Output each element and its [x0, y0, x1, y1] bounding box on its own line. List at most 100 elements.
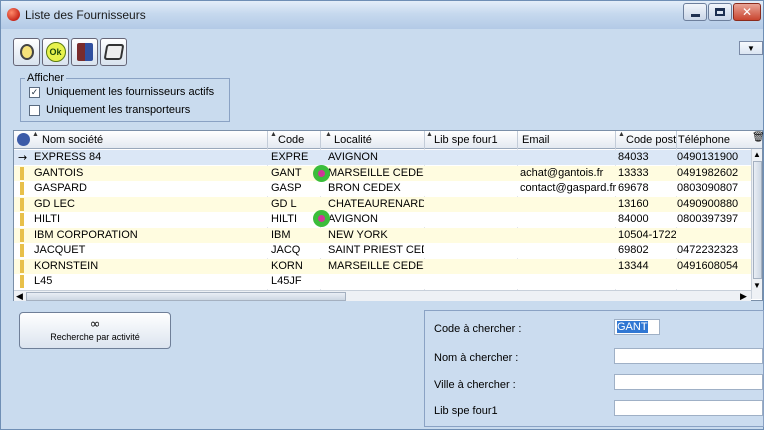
table-row[interactable]: KORNSTEIN KORN MARSEILLE CEDEX 13344 0491608…: [14, 258, 751, 274]
sort-icon: ▲: [618, 131, 625, 138]
row-indicator: [20, 197, 24, 211]
cell-nom: JACQUET: [34, 244, 86, 256]
exit-icon: [76, 43, 93, 61]
cell-code: GANT: [271, 166, 302, 179]
column-separator: [676, 131, 677, 149]
table-row[interactable]: HILTI HILTI AVIGNON 84000 0800397397: [14, 212, 751, 227]
nom-search-input[interactable]: [614, 348, 763, 364]
activity-search-label: Recherche par activité: [50, 332, 140, 342]
cell-localite: AVIGNON: [328, 151, 378, 163]
vertical-scrollbar[interactable]: ▲ ▼: [751, 149, 762, 299]
column-separator: [615, 131, 616, 149]
main-window: Liste des Fournisseurs ✕ Ok ▼ Afficher ✓…: [0, 0, 764, 430]
scroll-down-icon[interactable]: ▼: [753, 281, 761, 291]
cell-localite: AVIGNON: [328, 213, 378, 225]
column-header-localite[interactable]: Localité: [334, 134, 372, 146]
cell-code: L45JF: [271, 275, 302, 287]
title-bar[interactable]: Liste des Fournisseurs ✕: [1, 1, 763, 29]
column-header-tel[interactable]: Téléphone: [678, 134, 730, 146]
cell-localite: CHATEAURENARD: [328, 197, 424, 210]
ok-button[interactable]: Ok: [42, 38, 69, 66]
cell-localite: MARSEILLE CEDEX: [328, 259, 424, 272]
table-row[interactable]: GASPARD GASP BRON CEDEX contact@gaspard.fr 6…: [14, 181, 751, 196]
cell-tel: 0490900880: [677, 197, 739, 210]
cell-localite: MARSEILLE CEDEX: [328, 166, 424, 179]
cell-localite: SAINT PRIEST CEDEX: [328, 244, 424, 256]
row-indicator: [20, 228, 24, 242]
cell-code: JACQ: [271, 244, 301, 256]
close-button[interactable]: ✕: [733, 3, 761, 21]
table-row[interactable]: L45 L45JF: [14, 274, 751, 289]
cell-tel: 0491982602: [677, 166, 739, 179]
toolbar: Ok: [13, 38, 129, 66]
scroll-right-icon[interactable]: ▶: [740, 291, 747, 302]
table-row[interactable]: → EXPRESS 84 EXPRE AVIGNON 84033 0490131900: [14, 150, 751, 165]
cell-nom: GANTOIS: [34, 166, 84, 179]
row-indicator: [20, 166, 24, 180]
column-separator: [267, 131, 268, 149]
lib-search-label: Lib spe four1: [434, 405, 498, 417]
exit-button[interactable]: [71, 38, 98, 66]
transporteurs-checkbox[interactable]: [29, 104, 40, 116]
table-row[interactable]: GD LEC GD L CHATEAURENARD 13160 0490900880: [14, 196, 751, 212]
ville-search-input[interactable]: [614, 374, 763, 390]
cell-tel: 0490131900: [677, 151, 739, 163]
column-header-cp[interactable]: Code post: [626, 134, 678, 146]
sort-icon: ▲: [426, 131, 433, 138]
cursor-marker: [313, 210, 330, 227]
horizontal-scroll-thumb[interactable]: [26, 292, 346, 301]
cell-code: HILTI: [271, 213, 298, 225]
vertical-scroll-thumb[interactable]: [753, 161, 762, 279]
filter-legend: Afficher: [25, 72, 67, 84]
cell-email: achat@gantois.fr: [520, 166, 604, 179]
print-button[interactable]: [100, 38, 127, 66]
ville-search-label: Ville à chercher :: [434, 379, 516, 391]
cell-nom: L45: [34, 275, 53, 287]
minimize-button[interactable]: [683, 3, 707, 21]
cell-email: contact@gaspard.fr: [520, 182, 616, 194]
search-panel: Code à chercher : GANT Nom à chercher : …: [424, 310, 764, 427]
cell-nom: GD LEC: [34, 197, 75, 210]
transporteurs-checkbox-row[interactable]: Uniquement les transporteurs: [29, 104, 190, 116]
cell-cp: 13344: [618, 259, 649, 272]
table-row[interactable]: GANTOIS GANT MARSEILLE CEDEX achat@gantois.…: [14, 165, 751, 181]
cell-code: EXPRE: [271, 151, 309, 163]
column-header-lib[interactable]: Lib spe four1: [434, 134, 498, 146]
new-button[interactable]: [13, 38, 40, 66]
code-search-input[interactable]: GANT: [614, 319, 660, 335]
column-header-email[interactable]: Email: [522, 134, 550, 146]
user-icon[interactable]: [17, 133, 30, 146]
cell-code: GASP: [271, 182, 302, 194]
cell-tel: 0491608054: [677, 259, 739, 272]
cell-cp: 84033: [618, 151, 649, 163]
scroll-up-icon[interactable]: ▲: [753, 150, 761, 160]
cell-localite: NEW YORK: [328, 228, 388, 241]
suppliers-table: ▲ Nom société ▲ Code ▲ Localité ▲ Lib sp…: [13, 130, 764, 301]
actifs-checkbox-row[interactable]: ✓ Uniquement les fournisseurs actifs: [29, 86, 214, 98]
trash-icon[interactable]: 🗑: [752, 132, 764, 143]
sort-icon: ▲: [270, 131, 277, 138]
cell-tel: 0800397397: [677, 213, 739, 225]
row-indicator: [20, 259, 24, 273]
scroll-left-icon[interactable]: ◀: [16, 291, 23, 302]
column-separator: [320, 131, 321, 149]
maximize-button[interactable]: [708, 3, 732, 21]
nom-search-label: Nom à chercher :: [434, 352, 519, 364]
binoculars-icon: ∞: [89, 317, 101, 332]
actifs-checkbox[interactable]: ✓: [29, 86, 40, 98]
lib-search-input[interactable]: [614, 400, 763, 416]
column-header-nom[interactable]: Nom société: [42, 134, 103, 146]
cell-localite: BRON CEDEX: [328, 182, 401, 194]
cell-code: IBM: [271, 228, 291, 241]
table-row[interactable]: IBM CORPORATION IBM NEW YORK 10504-1722: [14, 227, 751, 243]
filter-group: Afficher ✓ Uniquement les fournisseurs a…: [20, 72, 230, 122]
options-dropdown-button[interactable]: ▼: [739, 41, 763, 55]
code-search-label: Code à chercher :: [434, 323, 522, 335]
horizontal-scrollbar[interactable]: ◀ ▶: [14, 290, 751, 301]
column-separator: [517, 131, 518, 149]
table-row[interactable]: JACQUET JACQ SAINT PRIEST CEDEX 69802 047223…: [14, 243, 751, 258]
cursor-marker: [313, 165, 330, 182]
cell-cp: 69802: [618, 244, 649, 256]
column-header-code[interactable]: Code: [278, 134, 304, 146]
activity-search-button[interactable]: ∞ Recherche par activité: [19, 312, 171, 349]
